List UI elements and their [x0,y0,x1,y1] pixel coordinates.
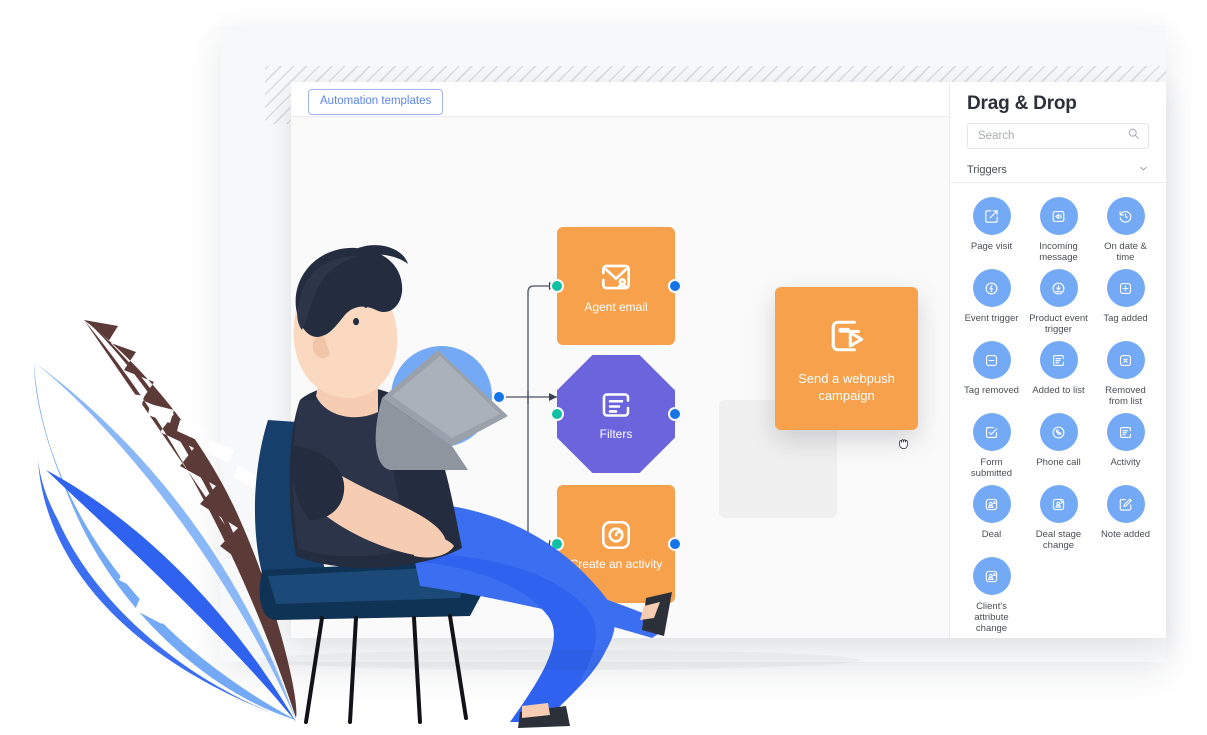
deal-stage-change-icon [1039,485,1078,523]
triggers-grid: Page visit Incoming message On date & time… [958,183,1159,638]
trigger-item-label: Tag added [1103,313,1148,324]
trigger-item[interactable]: Activity [1092,409,1159,479]
trigger-item[interactable]: Product event trigger [1025,265,1092,335]
page-visit-icon [972,197,1011,235]
dragging-node-webpush[interactable]: Send a webpush campaign [775,287,918,430]
agent-email-icon [597,258,635,296]
connector-dot-filters-in[interactable] [550,407,564,421]
webpush-icon [825,314,869,363]
incoming-message-icon [1039,197,1078,235]
note-added-icon [1106,485,1145,523]
deal-icon [972,485,1011,523]
form-submitted-icon [972,413,1011,451]
connector-dot-activity-out[interactable] [668,537,682,551]
phone-call-icon [1039,413,1078,451]
search-input[interactable] [976,129,1127,143]
trigger-item-label: Added to list [1032,385,1085,396]
removed-from-list-icon [1106,341,1145,379]
automation-builder-window: Automation templates Form submitted Agen… [291,82,1166,638]
canvas-toolbar: Automation templates [291,82,949,117]
screenshot-stage: Automation templates Form submitted Agen… [0,0,1207,735]
trigger-item[interactable]: On date & time [1092,193,1159,263]
product-event-icon [1039,269,1078,307]
sidebar-title: Drag & Drop [967,93,1077,114]
search-box[interactable] [967,123,1149,149]
trigger-item-label: Incoming message [1039,241,1078,263]
connector-dot-email-in[interactable] [550,279,564,293]
trigger-item-label: Product event trigger [1029,313,1088,335]
flow-node-trigger[interactable]: Form submitted [391,346,492,447]
section-label: Triggers [967,164,1007,176]
trigger-item[interactable]: Event trigger [958,265,1025,335]
trigger-item-label: On date & time [1104,241,1147,263]
trigger-item-label: Note added [1100,529,1151,540]
trigger-item-label: Activity [1110,457,1141,468]
trigger-item[interactable]: Deal [958,481,1025,551]
grabbing-hand-cursor [895,434,913,452]
chevron-down-icon [1138,163,1149,177]
trigger-item-label: Client's attribute change [974,601,1009,634]
trigger-item-label: Deal stage change [1035,529,1082,551]
flow-node-create-activity[interactable]: Create an activity [557,485,675,603]
connector-dot-email-out[interactable] [668,279,682,293]
trigger-item-label: Deal [981,529,1002,540]
activity-list-icon [1106,413,1145,451]
event-trigger-icon [972,269,1011,307]
trigger-item-label: Form submitted [970,457,1013,479]
dragging-node-label: Send a webpush campaign [798,370,895,403]
form-check-icon [425,371,459,405]
automation-templates-button[interactable]: Automation templates [308,89,444,115]
flow-node-agent-email[interactable]: Agent email [557,227,675,345]
search-icon [1127,127,1140,145]
trigger-item[interactable]: Tag added [1092,265,1159,335]
trigger-item-label: Event trigger [964,313,1019,324]
trigger-item-label: Removed from list [1105,385,1146,407]
trigger-item-label: Page visit [970,241,1013,252]
trigger-item-label: Tag removed [964,385,1019,396]
connector-dot-trigger-out[interactable] [492,390,506,404]
flow-canvas[interactable]: Form submitted Agent email Filters Creat… [291,117,949,638]
added-to-list-icon [1039,341,1078,379]
flow-node-filters[interactable]: Filters [557,355,675,473]
trigger-item[interactable]: Client's attribute change [958,553,1025,634]
flow-node-label: Form submitted [399,408,484,423]
connector-dot-activity-in[interactable] [550,537,564,551]
trigger-item[interactable]: Deal stage change [1025,481,1092,551]
trigger-item-label: Phone call [1036,457,1081,468]
trigger-item[interactable]: Note added [1092,481,1159,551]
drag-drop-sidebar: Drag & Drop Triggers Page visitIn [949,82,1166,638]
trigger-item[interactable]: Removed from list [1092,337,1159,407]
trigger-item[interactable]: Tag removed [958,337,1025,407]
section-triggers[interactable]: Triggers [967,158,1149,182]
tag-removed-icon [972,341,1011,379]
clock-icon [1106,197,1145,235]
trigger-item[interactable]: Phone call [1025,409,1092,479]
trigger-item[interactable]: Added to list [1025,337,1092,407]
trigger-item[interactable]: Incoming message [1025,193,1092,263]
tag-added-icon [1106,269,1145,307]
flow-node-label: Filters [599,427,633,441]
trigger-item[interactable]: Page visit [958,193,1025,263]
flow-node-label: Agent email [584,300,648,314]
activity-icon [598,517,634,553]
connector-dot-filters-out[interactable] [668,407,682,421]
client-attribute-icon [972,557,1011,595]
flow-node-label: Create an activity [569,557,663,571]
filters-icon [598,387,634,423]
trigger-item[interactable]: Form submitted [958,409,1025,479]
